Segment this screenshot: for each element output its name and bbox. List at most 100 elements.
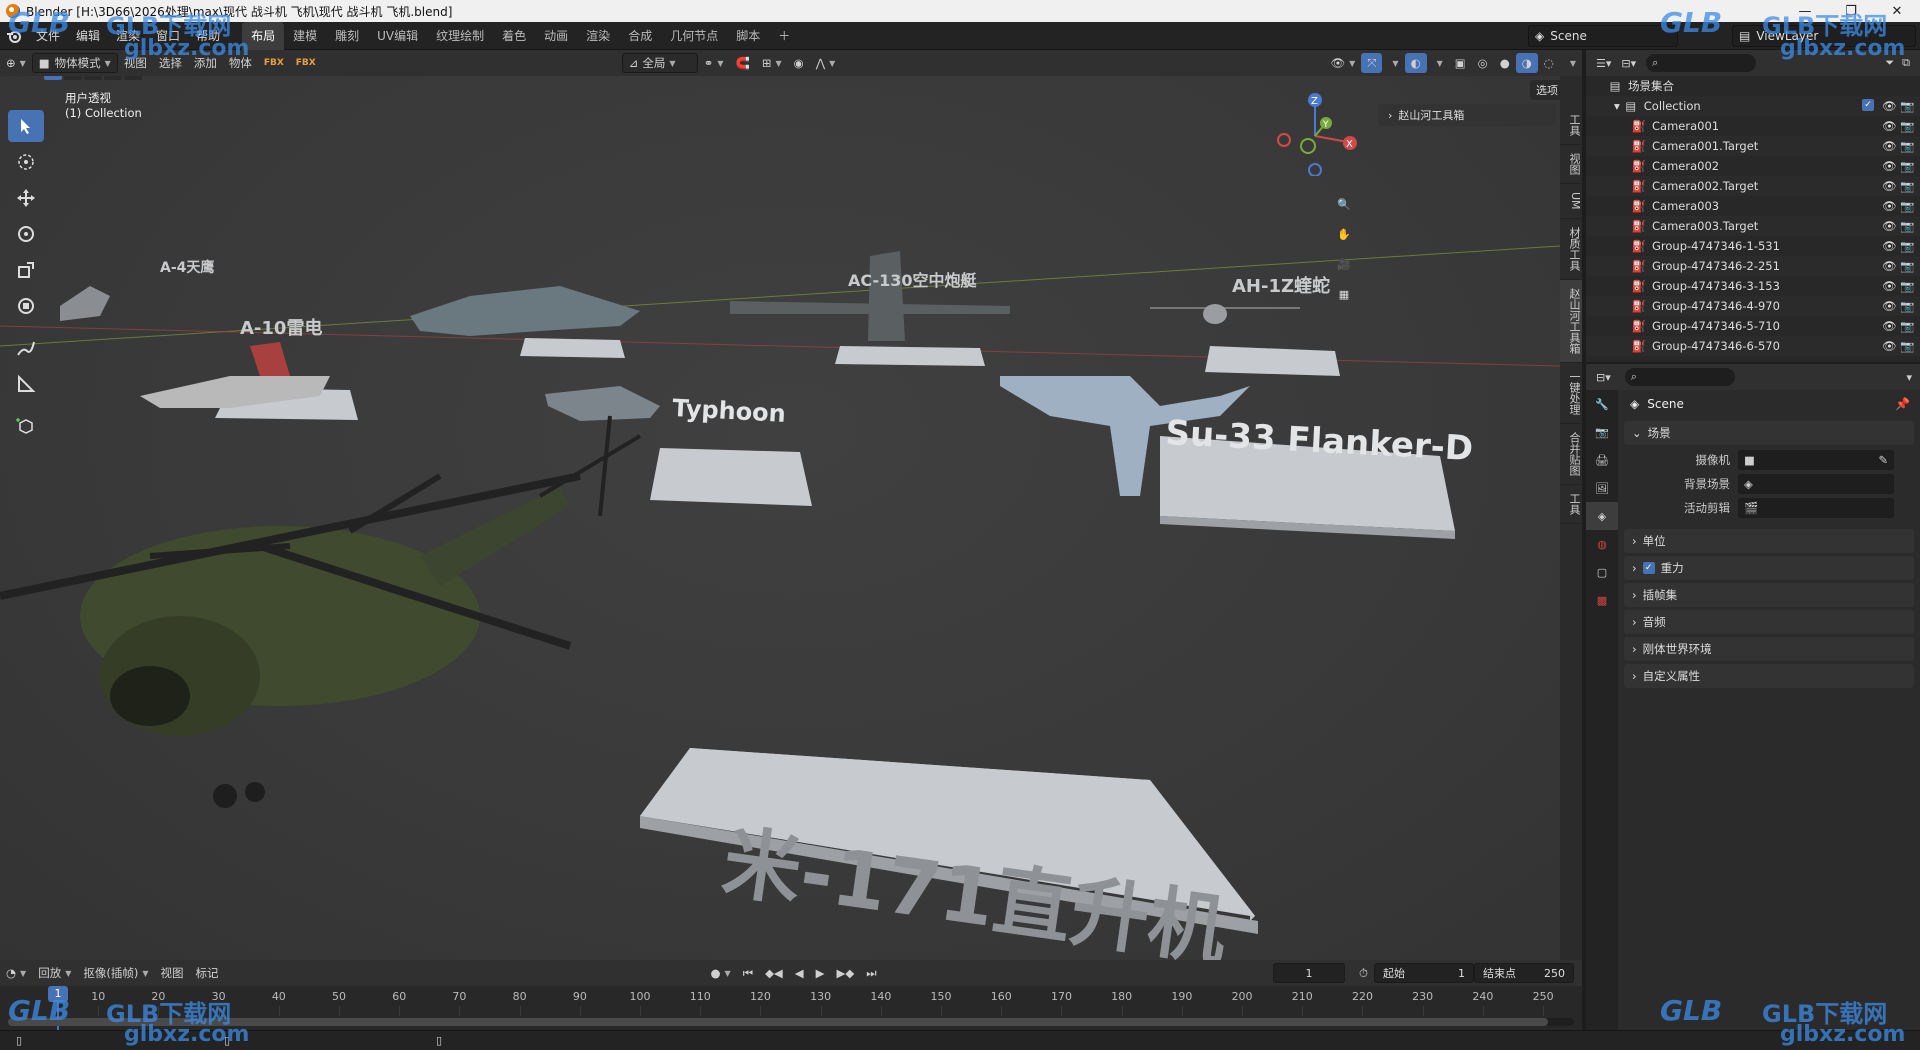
outliner-collection-row[interactable]: ▾ ▤ Collection ✓ 👁 📷	[1586, 96, 1920, 116]
audio-panel-header[interactable]: › 音频	[1624, 610, 1914, 634]
render-camera-icon[interactable]: 📷	[1900, 119, 1914, 133]
fbx-import-icon[interactable]: FBX	[258, 53, 290, 73]
gravity-panel-header[interactable]: › ✓ 重力	[1624, 556, 1914, 580]
outliner-object-row[interactable]: ⛽ Group-4747346-5-710 👁 📷	[1586, 316, 1920, 336]
eye-icon[interactable]: 👁	[1882, 139, 1897, 153]
eye-icon[interactable]: 👁	[1882, 339, 1897, 353]
select-invert-icon[interactable]	[104, 76, 122, 80]
snap-icon[interactable]: 🧲	[730, 53, 756, 73]
render-camera-icon[interactable]: 📷	[1900, 279, 1914, 293]
eyedropper-icon[interactable]: ✎	[1878, 453, 1888, 467]
add-cube-tool-icon[interactable]	[8, 410, 44, 442]
properties-editor-type-icon[interactable]: ⊟▾	[1596, 371, 1611, 384]
timeline-editor-type-icon[interactable]: ◔ ▼	[0, 963, 32, 983]
outliner-object-row[interactable]: ⛽ Group-4747346-3-153 👁 📷	[1586, 276, 1920, 296]
add-workspace-icon[interactable]: ＋	[769, 22, 799, 50]
eye-icon[interactable]: 👁	[1882, 199, 1897, 213]
outliner-object-row[interactable]: ⛽ Camera003 👁 📷	[1586, 196, 1920, 216]
rotate-tool-icon[interactable]	[8, 218, 44, 250]
scene-selector[interactable]: ◈ Scene	[1528, 25, 1678, 47]
render-camera-icon[interactable]: 📷	[1900, 239, 1914, 253]
record-icon[interactable]: ● ▼	[705, 963, 737, 983]
jump-keyframe-back-icon[interactable]: ◆◀	[759, 963, 789, 983]
tab-uv-editing[interactable]: UV编辑	[368, 22, 427, 50]
select-new-icon[interactable]	[44, 76, 62, 80]
pin-icon[interactable]: 📌	[1895, 397, 1910, 411]
end-frame-field[interactable]: 结束点 250	[1474, 963, 1574, 983]
render-camera-icon[interactable]: 📷	[1900, 259, 1914, 273]
sidebar-tab-tool[interactable]: 工具	[1560, 106, 1582, 145]
tab-texture-paint[interactable]: 纹理绘制	[427, 22, 493, 50]
eye-icon[interactable]: 👁	[1882, 119, 1897, 133]
view-layer-properties-icon[interactable]: 🖼	[1586, 474, 1618, 502]
outliner-object-row[interactable]: ⛽ Camera002.Target 👁 📷	[1586, 176, 1920, 196]
eye-icon[interactable]: 👁	[1882, 319, 1897, 333]
render-camera-icon[interactable]: 📷	[1900, 199, 1914, 213]
tab-scripting[interactable]: 脚本	[727, 22, 769, 50]
sidebar-tab-view[interactable]: 视图	[1560, 145, 1582, 184]
tab-modeling[interactable]: 建模	[284, 22, 326, 50]
outliner-object-row[interactable]: ⛽ Group-4747346-6-570 👁 📷	[1586, 336, 1920, 356]
overlay-options-icon[interactable]: ▼	[1427, 53, 1449, 73]
annotate-tool-icon[interactable]	[8, 332, 44, 364]
jump-keyframe-forward-icon[interactable]: ▶◆	[830, 963, 860, 983]
3d-viewport[interactable]: 米-171直升机 Su-33 Flanker-D Typhoon AH-1Z蝰蛇…	[0, 76, 1582, 960]
falloff-icon[interactable]: ⋀ ▼	[810, 53, 842, 73]
fbx-export-icon[interactable]: FBX	[290, 53, 322, 73]
render-camera-icon[interactable]: 📷	[1900, 139, 1914, 153]
material-shading-icon[interactable]: ◑	[1515, 53, 1538, 73]
editor-type-button[interactable]: ⊕ ▼	[0, 53, 32, 73]
play-reverse-icon[interactable]: ◀	[789, 963, 810, 983]
sidebar-tab-one-click[interactable]: 一键处理	[1560, 363, 1582, 424]
tab-sculpting[interactable]: 雕刻	[326, 22, 368, 50]
cursor-tool-icon[interactable]	[8, 146, 44, 178]
gravity-checkbox[interactable]: ✓	[1642, 562, 1655, 574]
sidebar-tab-tools[interactable]: 工具	[1560, 485, 1582, 524]
pan-hand-icon[interactable]: ✋	[1330, 220, 1358, 248]
camera-field[interactable]: ■ ✎	[1738, 450, 1894, 470]
collection-properties-icon[interactable]: ▢	[1586, 558, 1618, 586]
render-camera-icon[interactable]: 📷	[1900, 339, 1914, 353]
timeline-view-menu[interactable]: 视图	[155, 963, 190, 983]
preview-range-icon[interactable]: ⏱	[1353, 963, 1374, 983]
texture-properties-icon[interactable]: ▩	[1586, 586, 1618, 614]
render-camera-icon[interactable]: 📷	[1900, 299, 1914, 313]
outliner-editor-type-icon[interactable]: ☰▾	[1596, 57, 1611, 70]
visibility-selector-icon[interactable]: 👁 ▼	[1324, 53, 1361, 73]
navigation-gizmo[interactable]: Z X Y	[1270, 86, 1360, 176]
play-icon[interactable]: ▶	[810, 963, 831, 983]
active-clip-field[interactable]: 🎬	[1738, 498, 1894, 518]
start-frame-field[interactable]: 起始 1	[1374, 963, 1474, 983]
tab-animation[interactable]: 动画	[535, 22, 577, 50]
rendered-shading-icon[interactable]: ◌	[1538, 53, 1560, 73]
render-camera-icon[interactable]: 📷	[1900, 319, 1914, 333]
tab-rendering[interactable]: 渲染	[577, 22, 619, 50]
sidebar-tab-merge-textures[interactable]: 合并贴图	[1560, 424, 1582, 485]
background-scene-field[interactable]: ◈	[1738, 474, 1894, 494]
jump-end-icon[interactable]: ⏭	[860, 963, 882, 983]
outliner-display-mode-icon[interactable]: ⊟▾	[1621, 57, 1636, 70]
tab-compositing[interactable]: 合成	[619, 22, 661, 50]
eye-icon[interactable]: 👁	[1882, 259, 1897, 273]
proportional-edit-icon[interactable]: ◉	[788, 53, 810, 73]
rigid-body-world-panel-header[interactable]: › 刚体世界环境	[1624, 637, 1914, 661]
current-frame-field[interactable]: 1	[1273, 963, 1346, 983]
pivot-point-icon[interactable]: ⚭ ▼	[698, 53, 730, 73]
sidebar-panel-header[interactable]: › 赵山河工具箱	[1378, 104, 1556, 126]
snap-target-icon[interactable]: ⊞ ▼	[756, 53, 788, 73]
sidebar-tab-um[interactable]: UM	[1560, 184, 1582, 219]
render-properties-icon[interactable]: 📷	[1586, 418, 1618, 446]
scale-tool-icon[interactable]	[8, 254, 44, 286]
solid-shading-icon[interactable]: ●	[1494, 53, 1516, 73]
world-properties-icon[interactable]: ◍	[1586, 530, 1618, 558]
eye-icon[interactable]: 👁	[1882, 299, 1897, 313]
custom-properties-panel-header[interactable]: › 自定义属性	[1624, 664, 1914, 688]
move-tool-icon[interactable]	[8, 182, 44, 214]
mode-selector[interactable]: ■ 物体模式 ▼	[31, 53, 118, 73]
transform-orientation-selector[interactable]: ⊿ 全局 ▼	[621, 53, 698, 73]
eye-icon[interactable]: 👁	[1882, 159, 1897, 173]
keying-menu[interactable]: 抠像(插帧) ▼	[77, 963, 154, 983]
scene-panel-header[interactable]: ⌄ 场景	[1624, 421, 1914, 445]
select-box-tool-icon[interactable]	[8, 110, 44, 142]
xray-toggle-icon[interactable]: ▣	[1449, 53, 1472, 73]
